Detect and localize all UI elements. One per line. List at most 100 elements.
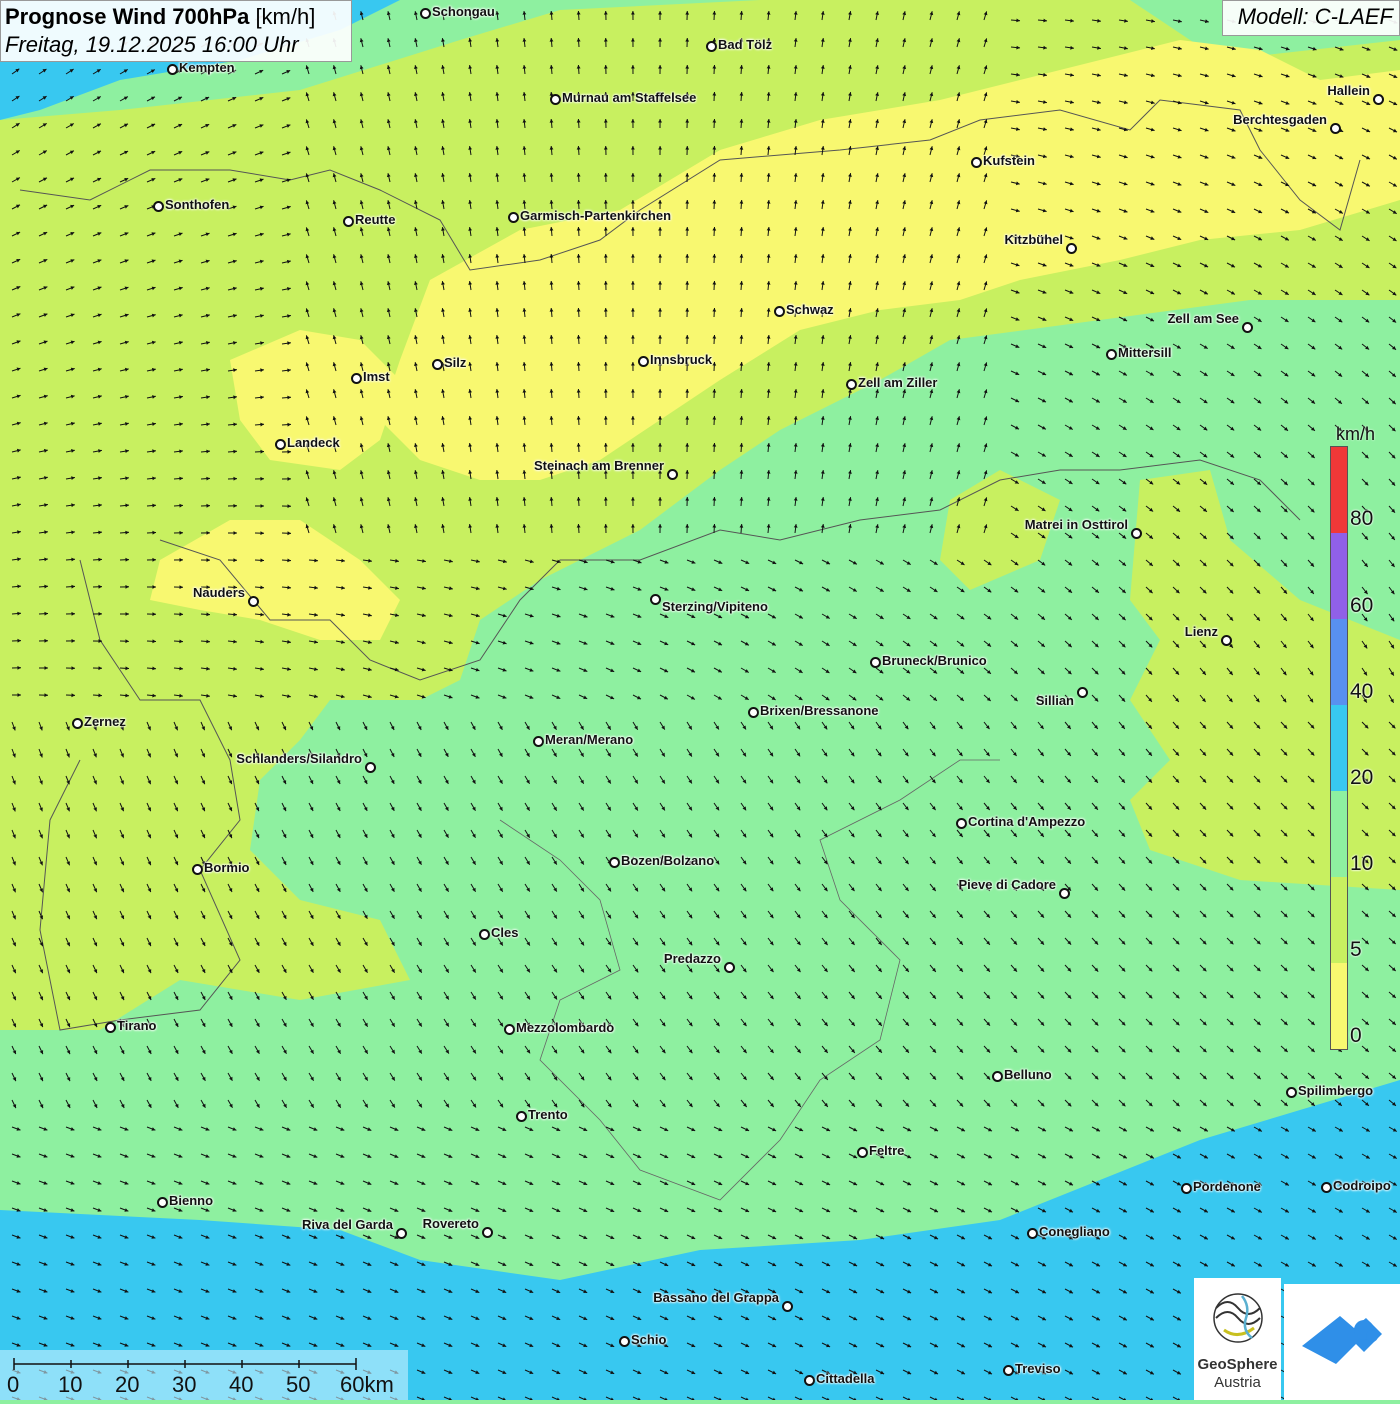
wind-arrow-head (879, 670, 883, 674)
wind-arrow-head (152, 694, 156, 698)
wind-arrow-head (1043, 127, 1047, 131)
wind-arrow-head (395, 559, 399, 563)
wind-arrow-head (712, 173, 716, 177)
wind-arrow-head (72, 639, 76, 643)
wind-arrow-head (98, 585, 102, 589)
wind-arrow-head (360, 389, 364, 393)
wind-arrow-head (1256, 698, 1260, 702)
wind-arrow-head (414, 11, 418, 15)
wind-arrow-head (387, 443, 391, 447)
wind-arrow-head (152, 341, 156, 345)
wind-arrow-head (234, 531, 238, 535)
wind-arrow-head (740, 281, 744, 285)
wind-arrow-head (848, 470, 852, 474)
wind-arrow-head (414, 92, 418, 96)
wind-arrow-head (930, 416, 934, 420)
wind-arrow-head (848, 443, 852, 447)
wind-arrow-head (44, 422, 48, 426)
wind-arrow-head (685, 38, 689, 42)
wind-arrow-head (360, 524, 364, 528)
wind-arrow-head (414, 470, 418, 474)
wind-arrow-head (387, 497, 391, 501)
wind-arrow-head (179, 504, 183, 508)
wind-arrow-head (604, 146, 608, 150)
wind-arrow-head (604, 11, 608, 15)
wind-arrow-head (368, 613, 372, 617)
wind-arrow-head (180, 585, 184, 589)
wind-arrow-head (712, 470, 716, 474)
wind-arrow-head (17, 585, 21, 589)
wind-arrow-head (685, 173, 689, 177)
wind-arrow-head (125, 368, 129, 372)
wind-arrow-head (414, 416, 418, 420)
wind-arrow-head (387, 200, 391, 204)
wind-arrow-head (631, 119, 635, 123)
wind-arrow-head (71, 693, 75, 697)
wind-arrow-head (206, 287, 210, 291)
wind-arrow-head (206, 477, 210, 481)
wind-arrow-head (631, 389, 635, 393)
wind-arrow-head (233, 287, 237, 291)
wind-arrow-head (44, 449, 48, 453)
wind-arrow-head (577, 335, 581, 339)
wind-arrow-head (360, 146, 364, 150)
wind-arrow-head (658, 227, 662, 231)
wind-arrow-head (387, 254, 391, 258)
wind-arrow-head (875, 65, 879, 69)
wind-arrow-head (767, 281, 771, 285)
wind-arrow-head (550, 524, 554, 528)
wind-arrow-head (662, 968, 666, 972)
wind-arrow-head (368, 667, 372, 671)
wind-arrow-head (604, 389, 608, 393)
wind-arrow-head (44, 585, 48, 589)
wind-arrow-head (767, 227, 771, 231)
wind-arrow-head (685, 497, 689, 501)
wind-arrow-head (740, 497, 744, 501)
wind-arrow-head (99, 612, 103, 616)
wind-arrow-head (604, 281, 608, 285)
wind-arrow-head (685, 470, 689, 474)
wind-arrow-head (422, 586, 426, 590)
wind-arrow-head (476, 559, 480, 563)
wind-arrow-head (685, 254, 689, 258)
wind-arrow-head (207, 558, 211, 562)
wind-arrow-head (577, 281, 581, 285)
wind-arrow-head (658, 11, 662, 15)
wind-arrow-head (125, 694, 129, 698)
wind-arrow-head (740, 146, 744, 150)
wind-arrow-head (930, 173, 934, 177)
wind-arrow-head (387, 11, 391, 15)
wind-arrow-head (875, 416, 879, 420)
wind-arrow-head (767, 524, 771, 528)
wind-arrow-head (902, 92, 906, 96)
wind-arrow-head (685, 524, 689, 528)
wind-arrow-head (44, 612, 48, 616)
wind-arrow-head (662, 1049, 666, 1053)
wind-arrow-head (577, 362, 581, 366)
wind-arrow-head (550, 443, 554, 447)
wind-arrow-head (631, 227, 635, 231)
wind-arrow-head (152, 639, 156, 643)
wind-arrow-head (1151, 101, 1155, 105)
wind-arrow-head (387, 416, 391, 420)
wind-arrow-head (902, 200, 906, 204)
wind-arrow-head (848, 38, 852, 42)
wind-arrow-head (712, 281, 716, 285)
wind-arrow-head (902, 524, 906, 528)
wind-arrow-head (577, 308, 581, 312)
wind-arrow-head (902, 335, 906, 339)
wind-arrow-head (712, 65, 716, 69)
wind-arrow-head (260, 558, 264, 562)
wind-arrow-head (98, 395, 102, 399)
wind-arrow-head (179, 531, 183, 535)
wind-arrow-head (360, 416, 364, 420)
wind-arrow-head (414, 308, 418, 312)
wind-arrow-head (1016, 19, 1020, 23)
wind-arrow-head (851, 806, 855, 810)
wind-arrow-head (550, 416, 554, 420)
wind-arrow-head (740, 11, 744, 15)
wind-arrow-head (930, 470, 934, 474)
wind-arrow-head (712, 335, 716, 339)
wind-arrow-head (902, 38, 906, 42)
wind-arrow-head (260, 531, 264, 535)
